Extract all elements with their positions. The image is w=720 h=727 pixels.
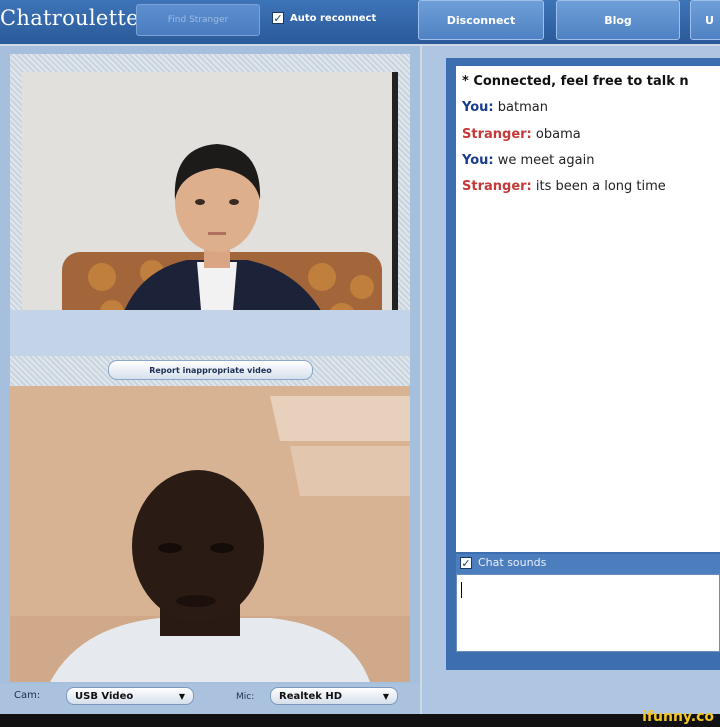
watermark-logo: ifunny.co [642, 709, 714, 725]
stranger-video [22, 72, 398, 332]
stranger-video-image [22, 72, 398, 332]
truncated-nav-button[interactable]: U [690, 0, 720, 40]
auto-reconnect-label: Auto reconnect [290, 12, 377, 24]
chat-message: Stranger: its been a long time [462, 179, 666, 194]
chat-message: Stranger: obama [462, 127, 581, 142]
checkbox-icon[interactable]: ✓ [272, 12, 284, 25]
connected-message: * Connected, feel free to talk n [462, 74, 689, 89]
mic-select-value: Realtek HD [279, 690, 343, 702]
find-stranger-button[interactable]: Find Stranger [136, 4, 260, 36]
message-text: obama [535, 127, 581, 142]
blog-button[interactable]: Blog [556, 0, 680, 40]
my-video [10, 386, 410, 682]
message-text: its been a long time [535, 179, 666, 194]
cam-select[interactable]: USB Video ▼ [66, 687, 194, 705]
sender-label: You: [462, 153, 494, 168]
message-text: we meet again [497, 153, 595, 168]
text-caret [461, 582, 462, 598]
truncated-nav-label: U [705, 13, 714, 27]
mic-label: Mic: [236, 692, 255, 702]
chat-sounds-toggle[interactable]: ✓ Chat sounds [460, 556, 546, 569]
sender-label: You: [462, 100, 494, 115]
auto-reconnect-toggle[interactable]: ✓ Auto reconnect [272, 12, 377, 25]
dropdown-arrow-icon: ▼ [382, 691, 389, 701]
dropdown-arrow-icon: ▼ [178, 691, 185, 701]
chat-message: You: we meet again [462, 153, 594, 168]
mic-select[interactable]: Realtek HD ▼ [270, 687, 398, 705]
sender-label: Stranger: [462, 127, 532, 142]
chat-message: You: batman [462, 100, 548, 115]
my-video-image [10, 386, 410, 682]
disconnect-button[interactable]: Disconnect [418, 0, 544, 40]
chat-input[interactable] [456, 574, 720, 652]
message-text: batman [497, 100, 548, 115]
report-bar [10, 310, 410, 356]
cam-label: Cam: [14, 690, 41, 701]
sender-label: Stranger: [462, 179, 532, 194]
watermark-strip [0, 714, 720, 727]
cam-select-value: USB Video [75, 690, 134, 702]
checkbox-icon[interactable]: ✓ [460, 556, 472, 569]
report-video-button[interactable]: Report inappropriate video [108, 360, 313, 380]
app-logo[interactable]: Chatroulette [0, 6, 139, 30]
chat-sounds-label: Chat sounds [478, 556, 547, 569]
